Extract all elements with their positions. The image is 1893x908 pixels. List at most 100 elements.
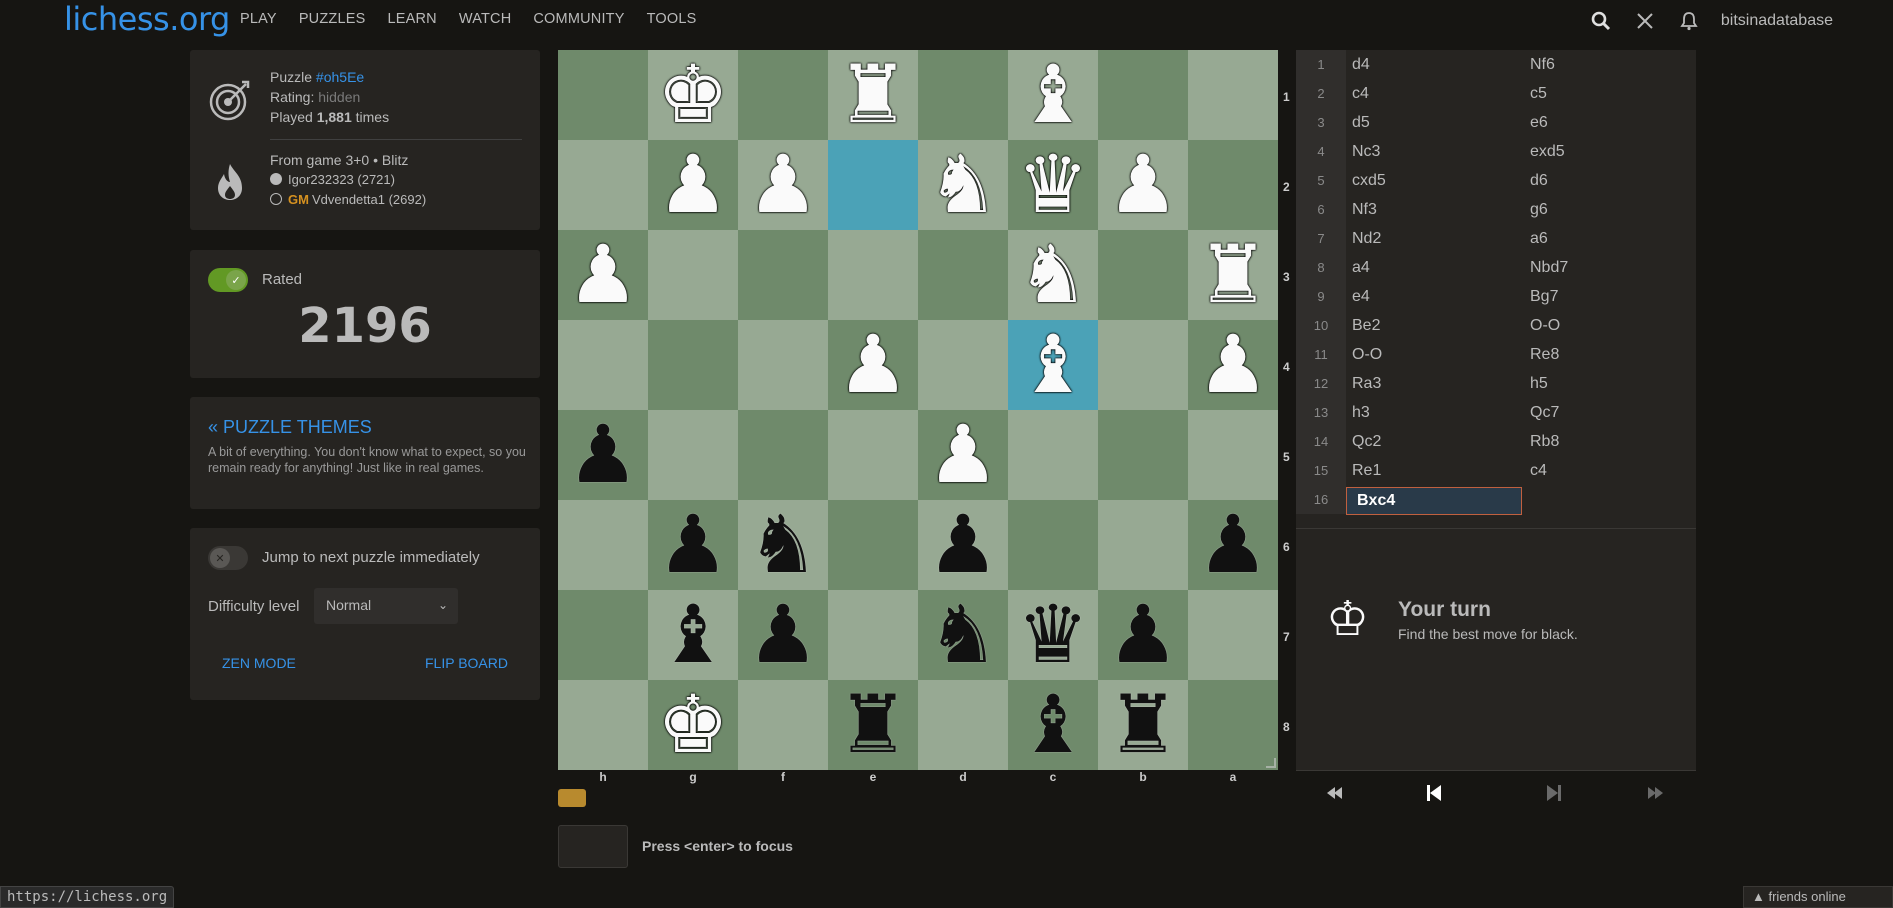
white-player[interactable]: Igor232323 (2721): [288, 172, 395, 187]
square-b6[interactable]: [1098, 500, 1188, 590]
white-pawn-icon[interactable]: ♟: [747, 140, 819, 230]
challenge-swords-icon[interactable]: [1633, 9, 1657, 33]
white-king-icon[interactable]: ♚: [657, 50, 729, 140]
square-h2[interactable]: [558, 140, 648, 230]
white-queen-icon[interactable]: ♛: [1017, 140, 1089, 230]
square-a8[interactable]: [1188, 680, 1278, 770]
next-move-icon[interactable]: [1534, 779, 1574, 807]
square-c6[interactable]: [1008, 500, 1098, 590]
square-g2[interactable]: ♟: [648, 140, 738, 230]
black-player-row[interactable]: GM Vdvendetta1 (2692): [270, 190, 426, 210]
black-pawn-icon[interactable]: ♟: [927, 500, 999, 590]
square-h3[interactable]: ♟: [558, 230, 648, 320]
square-d3[interactable]: [918, 230, 1008, 320]
square-g6[interactable]: ♟: [648, 500, 738, 590]
square-d5[interactable]: ♟: [918, 410, 1008, 500]
square-c2[interactable]: ♛: [1008, 140, 1098, 230]
black-move[interactable]: Qc7: [1530, 398, 1559, 427]
white-move[interactable]: d4: [1352, 50, 1370, 79]
white-bishop-icon[interactable]: ♝: [1017, 50, 1089, 140]
white-move[interactable]: Nc3: [1352, 137, 1380, 166]
white-move[interactable]: d5: [1352, 108, 1370, 137]
black-pawn-icon[interactable]: ♟: [1197, 500, 1269, 590]
square-c8[interactable]: ♝: [1008, 680, 1098, 770]
white-pawn-icon[interactable]: ♟: [927, 410, 999, 500]
square-d6[interactable]: ♟: [918, 500, 1008, 590]
square-f8[interactable]: [738, 680, 828, 770]
white-knight-icon[interactable]: ♞: [1017, 230, 1089, 320]
square-a4[interactable]: ♟: [1188, 320, 1278, 410]
square-g3[interactable]: [648, 230, 738, 320]
square-a7[interactable]: [1188, 590, 1278, 680]
last-move-icon[interactable]: [1636, 779, 1676, 807]
white-move[interactable]: Be2: [1352, 311, 1380, 340]
square-h8[interactable]: [558, 680, 648, 770]
square-h1[interactable]: [558, 50, 648, 140]
black-move[interactable]: d6: [1530, 166, 1548, 195]
nav-learn[interactable]: LEARN: [387, 11, 436, 27]
square-e5[interactable]: [828, 410, 918, 500]
keyboard-move-input[interactable]: [558, 825, 628, 868]
black-move[interactable]: O-O: [1530, 311, 1560, 340]
white-move[interactable]: e4: [1352, 282, 1370, 311]
square-a2[interactable]: [1188, 140, 1278, 230]
rated-toggle[interactable]: ✓: [208, 268, 248, 292]
white-move[interactable]: h3: [1352, 398, 1370, 427]
white-rook-icon[interactable]: ♜: [1197, 230, 1269, 320]
black-move[interactable]: e6: [1530, 108, 1548, 137]
square-g7[interactable]: ♝: [648, 590, 738, 680]
square-d8[interactable]: [918, 680, 1008, 770]
square-a6[interactable]: ♟: [1188, 500, 1278, 590]
white-pawn-icon[interactable]: ♟: [567, 230, 639, 320]
white-move[interactable]: Qc2: [1352, 427, 1381, 456]
square-b2[interactable]: ♟: [1098, 140, 1188, 230]
zen-mode-button[interactable]: ZEN MODE: [222, 655, 296, 671]
black-move[interactable]: Nbd7: [1530, 253, 1568, 282]
white-rook-icon[interactable]: ♜: [837, 50, 909, 140]
square-h4[interactable]: [558, 320, 648, 410]
bell-icon[interactable]: [1677, 9, 1701, 33]
board-resize-handle[interactable]: [1266, 758, 1276, 768]
white-move[interactable]: O-O: [1352, 340, 1382, 369]
white-move[interactable]: Nf3: [1352, 195, 1377, 224]
square-d1[interactable]: [918, 50, 1008, 140]
puzzle-themes-link[interactable]: « PUZZLE THEMES: [208, 417, 372, 438]
black-move[interactable]: g6: [1530, 195, 1548, 224]
white-move[interactable]: a4: [1352, 253, 1370, 282]
black-move[interactable]: c4: [1530, 456, 1547, 485]
black-rook-icon[interactable]: ♜: [1107, 680, 1179, 770]
square-d7[interactable]: ♞: [918, 590, 1008, 680]
white-knight-icon[interactable]: ♞: [927, 140, 999, 230]
square-f2[interactable]: ♟: [738, 140, 828, 230]
black-pawn-icon[interactable]: ♟: [657, 500, 729, 590]
square-e2[interactable]: [828, 140, 918, 230]
white-move[interactable]: Ra3: [1352, 369, 1381, 398]
square-f5[interactable]: [738, 410, 828, 500]
white-pawn-icon[interactable]: ♟: [1107, 140, 1179, 230]
nav-community[interactable]: COMMUNITY: [533, 11, 624, 27]
square-e7[interactable]: [828, 590, 918, 680]
black-pawn-icon[interactable]: ♟: [567, 410, 639, 500]
puzzle-id-link[interactable]: #oh5Ee: [316, 69, 364, 85]
square-h5[interactable]: ♟: [558, 410, 648, 500]
white-king-icon[interactable]: ♚: [657, 680, 729, 770]
square-c5[interactable]: [1008, 410, 1098, 500]
black-knight-icon[interactable]: ♞: [927, 590, 999, 680]
user-menu[interactable]: bitsinadatabase: [1721, 12, 1833, 30]
square-e6[interactable]: [828, 500, 918, 590]
nav-puzzles[interactable]: PUZZLES: [299, 11, 366, 27]
white-pawn-icon[interactable]: ♟: [1197, 320, 1269, 410]
white-move[interactable]: Re1: [1352, 456, 1381, 485]
square-f4[interactable]: [738, 320, 828, 410]
square-f1[interactable]: [738, 50, 828, 140]
square-c4[interactable]: ♝: [1008, 320, 1098, 410]
square-e4[interactable]: ♟: [828, 320, 918, 410]
black-move[interactable]: Nf6: [1530, 50, 1555, 79]
square-b3[interactable]: [1098, 230, 1188, 320]
prev-move-icon[interactable]: [1414, 779, 1454, 807]
white-pawn-icon[interactable]: ♟: [837, 320, 909, 410]
first-move-icon[interactable]: [1314, 779, 1354, 807]
chess-board[interactable]: ♚ ♜ ♝ ♟ ♟ ♞ ♛ ♟ ♟ ♞ ♜ ♟ ♝ ♟ ♟ ♟ ♟ ♞ ♟ ♟ ♝ ♟ ♞ ♛ ♟ ♚ ♜ ♝ ♜: [558, 50, 1278, 770]
black-knight-icon[interactable]: ♞: [747, 500, 819, 590]
black-move[interactable]: Rb8: [1530, 427, 1559, 456]
